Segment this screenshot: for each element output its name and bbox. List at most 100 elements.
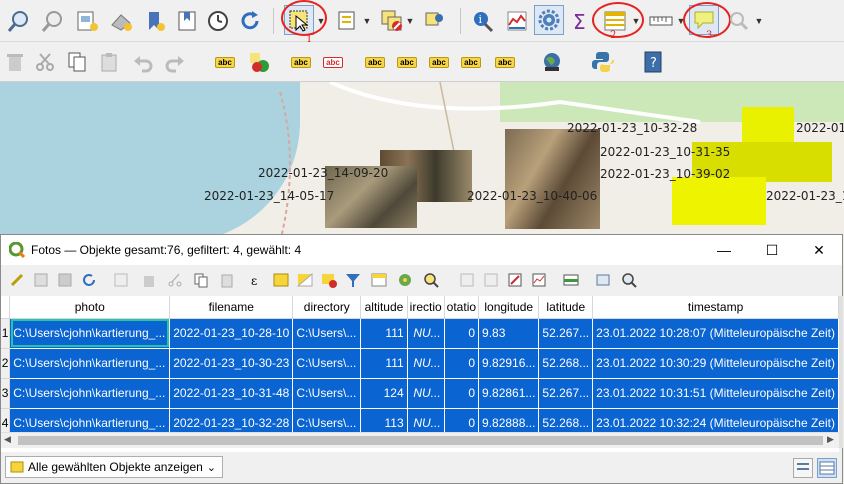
pin-label-icon[interactable]: abc [286,47,316,77]
change-label-icon[interactable]: abc [490,47,520,77]
cell-direction[interactable]: NU... [407,378,445,409]
cell-longitude[interactable]: 9.82861... [478,378,540,409]
cell-altitude[interactable]: 124 [360,378,408,409]
field-calculator-icon[interactable] [507,272,523,288]
photo-thumbnail[interactable] [505,129,600,229]
zoom-to-selection-icon[interactable] [38,6,68,36]
multi-edit-icon[interactable] [33,272,49,288]
cell-latitude[interactable]: 52.267... [538,318,594,349]
new-field-icon[interactable] [459,272,475,288]
cell-rotation[interactable]: 0 [444,348,480,379]
delete-field-icon[interactable] [483,272,499,288]
zoom-to-selection-icon[interactable] [423,272,439,288]
toggle-editing-icon[interactable] [9,272,25,288]
cut-icon[interactable] [30,47,60,77]
color-label-icon[interactable] [244,47,274,77]
column-header-longitude[interactable]: longitude [478,296,540,319]
scroll-left-icon[interactable]: ◀ [4,434,11,445]
cell-photo[interactable]: C:\Users\cjohn\kartierung_... [9,348,171,379]
cell-direction[interactable]: NU... [407,318,445,349]
vertical-scrollbar[interactable] [839,296,843,448]
cell-longitude[interactable]: 9.83 [478,318,540,349]
save-edits-icon[interactable] [57,272,73,288]
column-header-directory[interactable]: directory [292,296,362,319]
delete-icon[interactable] [0,47,30,77]
column-header-rotation[interactable]: otatio [444,296,480,319]
cell-photo[interactable]: C:\Users\cjohn\kartierung_... [9,318,171,349]
cell-directory[interactable]: C:\Users\... [292,378,362,409]
column-header-photo[interactable]: photo [9,296,171,319]
column-header-altitude[interactable]: altitude [360,296,408,319]
form-view-icon[interactable] [621,272,637,288]
cut-rows-icon[interactable] [167,272,183,288]
reload-icon[interactable] [81,272,97,288]
paste-icon[interactable] [94,47,124,77]
refresh-icon[interactable] [235,6,265,36]
move-label2-icon[interactable]: abc [424,47,454,77]
layout-manager-icon[interactable] [106,6,136,36]
identify-features-icon[interactable]: i [468,6,498,36]
zoom-to-layer-icon[interactable] [4,6,34,36]
scroll-right-icon[interactable]: ▶ [827,434,834,445]
actions-icon[interactable] [595,272,611,288]
rotate-label-icon[interactable]: abc [456,47,486,77]
redo-icon[interactable] [160,47,190,77]
locator-icon[interactable] [724,6,754,36]
scrollbar-thumb[interactable] [18,436,823,445]
deselect-all-icon[interactable] [321,272,337,288]
column-header-latitude[interactable]: latitude [538,296,594,319]
cell-filename[interactable]: 2022-01-23_10-30-23 [169,348,294,379]
locator-dropdown[interactable]: ▼ [754,6,764,36]
corner-header[interactable] [1,296,11,319]
python-icon[interactable] [588,47,618,77]
move-label-icon[interactable]: abc [360,47,390,77]
select-all-icon[interactable] [273,272,289,288]
filter-icon[interactable] [345,272,361,288]
highlighted-photo[interactable] [672,177,766,225]
row-number[interactable]: 3 [1,378,11,409]
delete-feature-icon[interactable] [141,272,157,288]
column-header-direction[interactable]: irectio [407,296,445,319]
form-view-button[interactable] [793,458,813,478]
cell-timestamp[interactable]: 23.01.2022 10:31:51 (Mitteleuropäische Z… [592,378,839,409]
table-view-button[interactable] [817,458,837,478]
deselect-dropdown[interactable]: ▼ [405,6,415,36]
cell-directory[interactable]: C:\Users\... [292,318,362,349]
cell-rotation[interactable]: 0 [444,318,480,349]
show-map-tips-icon[interactable] [420,6,450,36]
cell-longitude[interactable]: 9.82916... [478,348,540,379]
cell-latitude[interactable]: 52.268... [538,348,594,379]
cell-timestamp[interactable]: 23.01.2022 10:30:29 (Mitteleuropäische Z… [592,348,839,379]
cell-directory[interactable]: C:\Users\... [292,348,362,379]
highlight-label-icon[interactable]: abc [318,47,348,77]
cell-photo[interactable]: C:\Users\cjohn\kartierung_... [9,378,171,409]
table-row[interactable]: 3 C:\Users\cjohn\kartierung_... 2022-01-… [1,378,839,409]
minimize-button[interactable]: — [701,235,747,265]
new-print-layout-icon[interactable] [72,6,102,36]
cell-direction[interactable]: NU... [407,348,445,379]
measure-line-icon[interactable] [646,6,676,36]
cell-filename[interactable]: 2022-01-23_10-28-10 [169,318,294,349]
pan-to-selection-icon[interactable] [397,272,413,288]
statistics-icon[interactable] [502,6,532,36]
row-number[interactable]: 2 [1,348,11,379]
row-number[interactable]: 1 [1,318,11,349]
cell-altitude[interactable]: 111 [360,318,408,349]
cell-rotation[interactable]: 0 [444,378,480,409]
show-hide-label-icon[interactable]: abc [392,47,422,77]
cell-filename[interactable]: 2022-01-23_10-31-48 [169,378,294,409]
conditional-formatting-icon[interactable] [531,272,547,288]
help-icon[interactable]: ? [638,47,668,77]
add-feature-icon[interactable] [113,272,129,288]
deselect-icon[interactable] [377,6,407,36]
cell-timestamp[interactable]: 23.01.2022 10:28:07 (Mitteleuropäische Z… [592,318,839,349]
undo-icon[interactable] [128,47,158,77]
horizontal-scrollbar[interactable]: ◀ ▶ [1,432,839,448]
show-bookmarks-icon[interactable] [172,6,202,36]
globe-plugin-icon[interactable] [537,47,567,77]
select-by-value-icon[interactable] [333,6,363,36]
copy-icon[interactable] [62,47,92,77]
highlighted-photo[interactable] [742,107,794,147]
column-header-timestamp[interactable]: timestamp [592,296,839,319]
copy-rows-icon[interactable] [193,272,209,288]
